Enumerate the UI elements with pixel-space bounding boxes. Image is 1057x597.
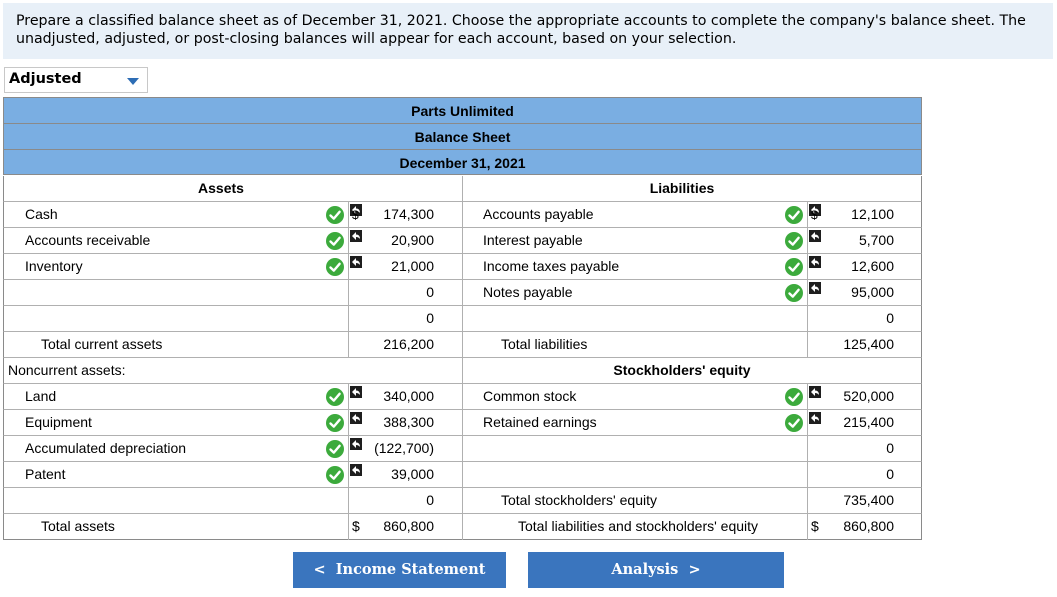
equity-amount[interactable]: 215,400: [808, 410, 894, 435]
checkmark-icon: [326, 388, 344, 406]
liability-account-select[interactable]: Accounts payable: [483, 202, 594, 227]
table-row: Accounts receivable 20,900 Interest paya…: [3, 228, 922, 254]
checkmark-icon: [326, 414, 344, 432]
asset-amount[interactable]: 0: [349, 488, 434, 513]
liability-amount[interactable]: 12,600: [808, 254, 894, 279]
equity-account-select[interactable]: Retained earnings: [483, 410, 597, 435]
prev-button-label: Income Statement: [335, 561, 486, 578]
total-current-assets-amount: 216,200: [383, 336, 434, 352]
asset-account-select[interactable]: Cash: [25, 202, 58, 227]
instructions-text: Prepare a classified balance sheet as of…: [3, 3, 1053, 59]
table-row: Inventory 21,000 Income taxes payable 12…: [3, 254, 922, 280]
checkmark-icon: [785, 206, 803, 224]
equity-title: Stockholders' equity: [613, 362, 751, 378]
equity-amount[interactable]: 0: [808, 436, 894, 461]
table-row: 0 Total stockholders' equity 735,400: [3, 488, 922, 514]
liability-account-select[interactable]: Income taxes payable: [483, 254, 619, 279]
asset-amount[interactable]: 21,000: [349, 254, 434, 279]
asset-account-select[interactable]: Accumulated depreciation: [25, 436, 186, 461]
assets-title: Assets: [198, 180, 244, 196]
liability-amount[interactable]: 95,000: [808, 280, 894, 305]
total-liabilities-equity-amount: 860,800: [843, 518, 894, 534]
chevron-left-icon: <: [313, 562, 326, 578]
total-equity-label: Total stockholders' equity: [501, 492, 657, 508]
table-row: Accumulated depreciation (122,700) 0: [3, 436, 922, 462]
next-analysis-button[interactable]: Analysis >: [528, 552, 784, 588]
total-assets-amount: 860,800: [383, 518, 434, 534]
checkmark-icon: [326, 206, 344, 224]
checkmark-icon: [326, 440, 344, 458]
statement-date: December 31, 2021: [3, 149, 922, 175]
statement-title: Balance Sheet: [3, 123, 922, 149]
total-equity-amount: 735,400: [843, 492, 894, 508]
asset-account-select[interactable]: Patent: [25, 462, 65, 487]
total-assets-label: Total assets: [41, 518, 115, 534]
asset-amount[interactable]: 388,300: [349, 410, 434, 435]
liability-amount[interactable]: 12,100: [808, 202, 894, 227]
table-row: Cash $ 174,300 Accounts payable $ 12,100: [3, 202, 922, 228]
table-row: 0 0: [3, 306, 922, 332]
checkmark-icon: [326, 232, 344, 250]
asset-amount[interactable]: 0: [349, 306, 434, 331]
equity-amount[interactable]: 520,000: [808, 384, 894, 409]
liability-account-select[interactable]: Notes payable: [483, 280, 573, 305]
table-row: Patent 39,000 0: [3, 462, 922, 488]
chevron-down-icon: [127, 78, 139, 85]
checkmark-icon: [785, 258, 803, 276]
asset-amount[interactable]: (122,700): [349, 436, 434, 461]
balance-type-dropdown[interactable]: Adjusted: [4, 67, 148, 93]
total-liabilities-equity-label: Total liabilities and stockholders' equi…: [518, 518, 759, 534]
noncurrent-assets-label: Noncurrent assets:: [8, 362, 126, 378]
asset-amount[interactable]: 20,900: [349, 228, 434, 253]
checkmark-icon: [785, 232, 803, 250]
asset-account-select[interactable]: Accounts receivable: [25, 228, 150, 253]
checkmark-icon: [326, 466, 344, 484]
asset-account-select[interactable]: Inventory: [25, 254, 83, 279]
table-row: 0 Notes payable 95,000: [3, 280, 922, 306]
section-title-row: Assets Liabilities: [3, 176, 922, 202]
company-name: Parts Unlimited: [3, 97, 922, 123]
equity-account-select[interactable]: Common stock: [483, 384, 576, 409]
checkmark-icon: [785, 284, 803, 302]
table-row: Equipment 388,300 Retained earnings 215,…: [3, 410, 922, 436]
asset-amount[interactable]: 174,300: [349, 202, 434, 227]
asset-account-select[interactable]: Land: [25, 384, 56, 409]
chevron-right-icon: >: [688, 562, 701, 578]
asset-amount[interactable]: 0: [349, 280, 434, 305]
asset-amount[interactable]: 340,000: [349, 384, 434, 409]
total-liabilities-amount: 125,400: [843, 336, 894, 352]
liability-account-select[interactable]: Interest payable: [483, 228, 583, 253]
total-liabilities-label: Total liabilities: [501, 336, 588, 352]
total-row: Total current assets 216,200 Total liabi…: [3, 332, 922, 358]
checkmark-icon: [785, 414, 803, 432]
checkmark-icon: [785, 388, 803, 406]
liability-amount[interactable]: 0: [808, 306, 894, 331]
balance-sheet: Parts Unlimited Balance Sheet December 3…: [3, 97, 922, 540]
total-current-assets-label: Total current assets: [41, 336, 163, 352]
balance-type-value: Adjusted: [9, 71, 82, 87]
asset-amount[interactable]: 39,000: [349, 462, 434, 487]
next-button-label: Analysis: [611, 561, 679, 578]
prev-income-statement-button[interactable]: < Income Statement: [293, 552, 506, 588]
asset-account-select[interactable]: Equipment: [25, 410, 92, 435]
table-row: Land 340,000 Common stock 520,000: [3, 384, 922, 410]
liabilities-title: Liabilities: [649, 180, 715, 196]
liability-amount[interactable]: 5,700: [808, 228, 894, 253]
checkmark-icon: [326, 258, 344, 276]
section-title-row: Noncurrent assets: Stockholders' equity: [3, 358, 922, 384]
equity-amount[interactable]: 0: [808, 462, 894, 487]
grand-total-row: Total assets $ 860,800 Total liabilities…: [3, 514, 922, 540]
